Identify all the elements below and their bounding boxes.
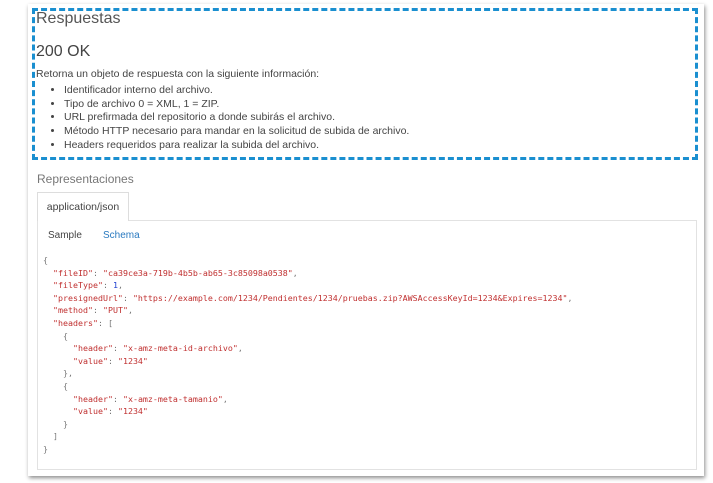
code-token: , — [222, 393, 228, 404]
code-token: : — [102, 280, 113, 291]
tab-application-json[interactable]: application/json — [37, 192, 129, 221]
code-token: "value" — [72, 355, 108, 366]
code-token: , — [237, 343, 243, 354]
code-line: "value": "1234" — [43, 405, 573, 418]
code-token: : — [92, 267, 103, 278]
list-item: Identificador interno del archivo. — [64, 84, 409, 98]
code-token: : — [92, 305, 103, 316]
code-token: , — [292, 267, 298, 278]
code-token: { — [43, 255, 48, 265]
code-line: "method": "PUT", — [43, 304, 573, 317]
code-token: "ca39ce3a-719b-4b5b-ab65-3c85098a0538" — [102, 267, 293, 278]
representations-title: Representaciones — [37, 172, 134, 186]
section-title: Respuestas — [36, 10, 121, 27]
code-token: : — [112, 393, 123, 404]
code-line: "presignedUrl": "https://example.com/123… — [43, 292, 573, 305]
code-token: "1234" — [117, 406, 148, 417]
list-item: URL prefirmada del repositorio a donde s… — [64, 111, 409, 125]
code-line: "fileID": "ca39ce3a-719b-4b5b-ab65-3c850… — [43, 267, 573, 280]
code-token: "method" — [53, 305, 93, 316]
info-list: Identificador interno del archivo. Tipo … — [36, 84, 409, 153]
code-line: "headers": [ — [43, 317, 573, 330]
code-token: } — [43, 443, 48, 454]
code-token: ] — [43, 431, 58, 442]
code-token: "https://example.com/1234/Pendientes/123… — [132, 292, 568, 303]
json-sample-code: { "fileID": "ca39ce3a-719b-4b5b-ab65-3c8… — [43, 254, 573, 456]
code-token: : — [107, 406, 118, 417]
code-token: : — [122, 292, 133, 303]
code-token: "x-amz-meta-id-archivo" — [122, 343, 238, 354]
code-token: : — [112, 343, 123, 354]
code-token: , — [117, 280, 123, 291]
code-token: "fileType" — [53, 280, 103, 291]
code-token: "header" — [72, 343, 113, 354]
code-line: "header": "x-amz-meta-id-archivo", — [43, 342, 573, 355]
code-token: "headers" — [53, 317, 98, 328]
code-token: "presignedUrl" — [53, 292, 123, 303]
code-line: }, — [43, 367, 573, 380]
code-token: }, — [43, 368, 73, 379]
code-token: , — [127, 305, 133, 316]
code-line: { — [43, 330, 573, 343]
code-token: { — [43, 330, 68, 341]
code-token: "fileID" — [53, 267, 93, 278]
code-line: { — [43, 380, 573, 393]
code-line: } — [43, 418, 573, 431]
code-token: , — [567, 292, 573, 303]
code-token: "1234" — [117, 355, 148, 366]
list-item: Método HTTP necesario para mandar en la … — [64, 125, 409, 139]
code-token: "value" — [72, 406, 108, 417]
code-line: "header": "x-amz-meta-tamanio", — [43, 393, 573, 406]
code-token: { — [43, 380, 68, 391]
code-token: : — [107, 355, 118, 366]
code-line: ] — [43, 430, 573, 443]
list-item: Headers requeridos para realizar la subi… — [64, 139, 409, 153]
tab-sample[interactable]: Sample — [48, 230, 82, 241]
code-token: } — [43, 418, 68, 429]
code-line: "value": "1234" — [43, 355, 573, 368]
status-heading: 200 OK — [36, 43, 91, 60]
code-token: : [ — [97, 317, 113, 328]
list-item: Tipo de archivo 0 = XML, 1 = ZIP. — [64, 98, 409, 112]
code-token: "x-amz-meta-tamanio" — [122, 393, 223, 404]
tab-schema[interactable]: Schema — [103, 230, 140, 241]
intro-text: Retorna un objeto de respuesta con la si… — [36, 68, 320, 80]
code-token: "PUT" — [102, 305, 128, 316]
code-line: { — [43, 254, 573, 267]
code-token: "header" — [72, 393, 113, 404]
code-line: "fileType": 1, — [43, 279, 573, 292]
code-line: } — [43, 443, 573, 456]
